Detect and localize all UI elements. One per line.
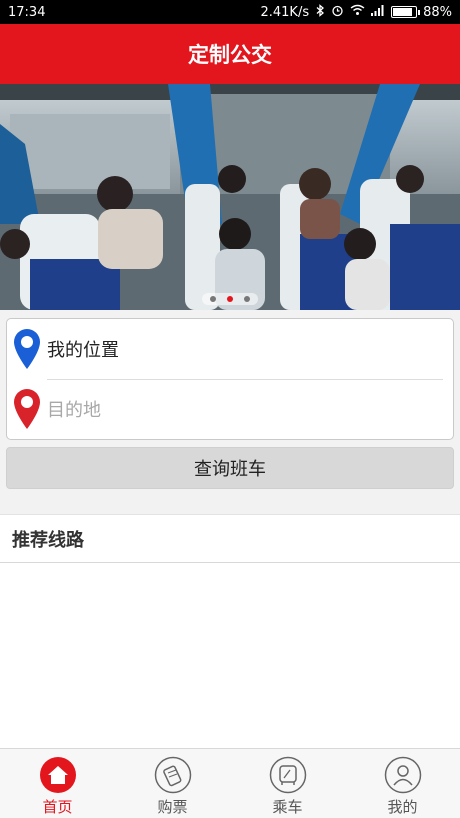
recommended-routes-list: [0, 563, 460, 748]
bottom-tab-bar: 首页 购票 乘车 我的: [0, 748, 460, 818]
recommended-routes-header: 推荐线路: [0, 514, 460, 563]
origin-field[interactable]: 我的位置: [7, 319, 453, 379]
section-title: 推荐线路: [12, 529, 84, 551]
bluetooth-icon: [315, 3, 325, 21]
tab-label: 乘车: [272, 798, 303, 816]
banner-carousel[interactable]: [0, 84, 460, 310]
tab-tickets[interactable]: 购票: [115, 749, 230, 818]
ticket-icon: [154, 756, 192, 794]
route-search-card: 我的位置 目的地: [6, 318, 454, 440]
carousel-indicator[interactable]: [202, 293, 258, 305]
carousel-dot[interactable]: [227, 296, 233, 302]
query-bus-button[interactable]: 查询班车: [6, 447, 454, 489]
app-header: 定制公交: [0, 24, 460, 84]
signal-icon: [371, 4, 385, 20]
tab-label: 首页: [42, 798, 73, 816]
alarm-icon: [331, 4, 344, 21]
bus-icon: [269, 756, 307, 794]
network-speed: 2.41K/s: [260, 4, 310, 20]
battery-percent: 88%: [423, 4, 452, 20]
wifi-icon: [350, 4, 365, 20]
destination-pin-icon: [7, 388, 47, 430]
destination-placeholder: 目的地: [47, 400, 101, 421]
carousel-dot[interactable]: [244, 296, 250, 302]
tab-ride[interactable]: 乘车: [230, 749, 345, 818]
origin-pin-icon: [7, 328, 47, 370]
user-icon: [384, 756, 422, 794]
carousel-dot[interactable]: [210, 296, 216, 302]
clock: 17:34: [8, 4, 46, 20]
page-title: 定制公交: [188, 43, 272, 67]
status-bar: 17:34 2.41K/s 88%: [0, 0, 460, 24]
origin-value: 我的位置: [47, 340, 119, 361]
destination-field[interactable]: 目的地: [7, 379, 453, 439]
tab-label: 我的: [387, 798, 418, 816]
tab-home[interactable]: 首页: [0, 749, 115, 818]
tab-label: 购票: [157, 798, 188, 816]
tab-profile[interactable]: 我的: [345, 749, 460, 818]
banner-image: [0, 84, 460, 310]
battery-icon: [391, 6, 421, 18]
home-icon: [39, 756, 77, 794]
